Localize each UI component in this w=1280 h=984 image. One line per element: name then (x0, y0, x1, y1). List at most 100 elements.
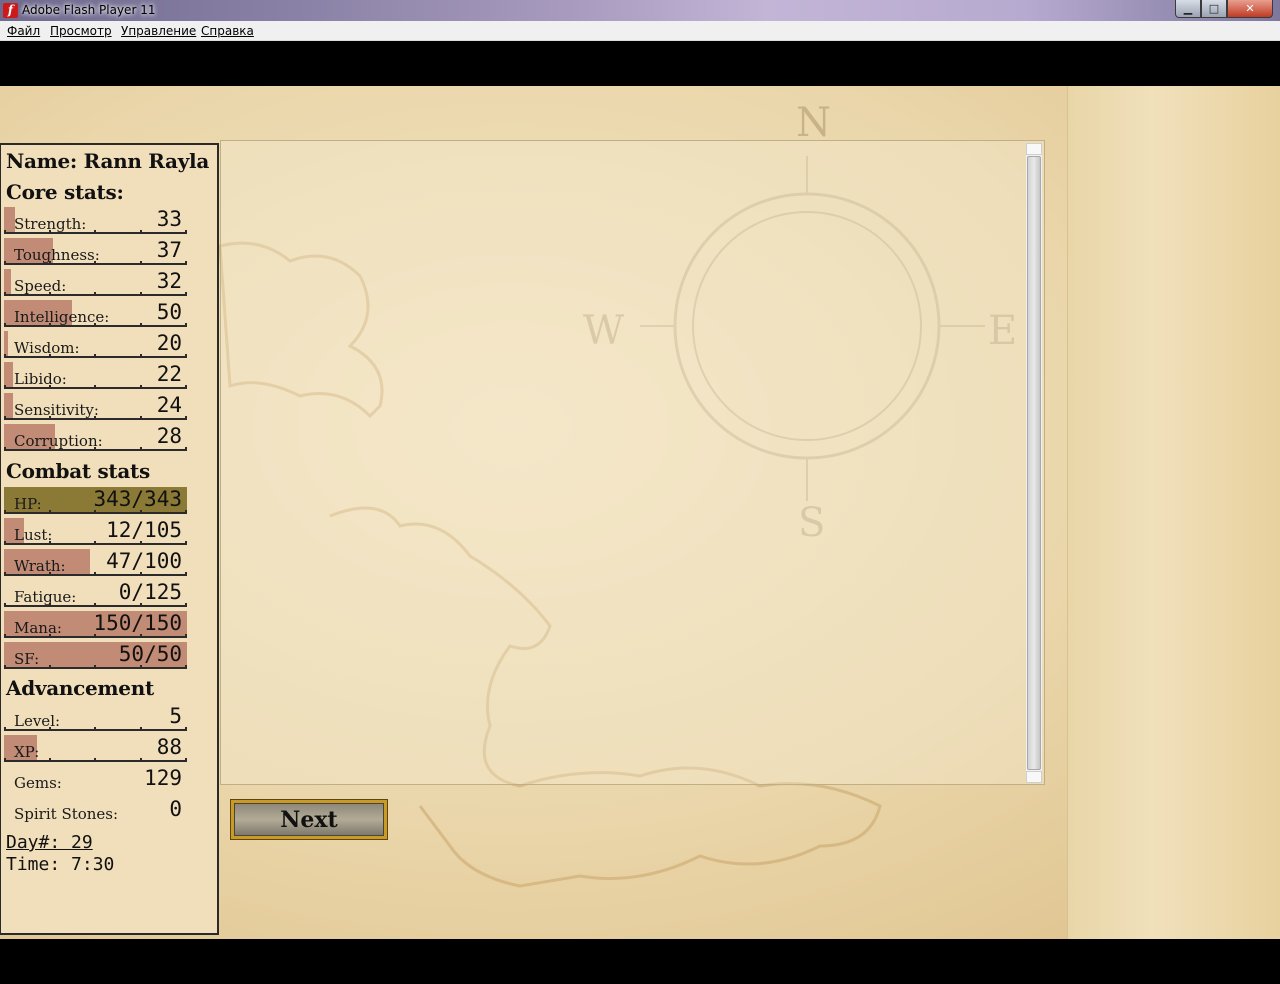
stat-bar-tick (140, 292, 142, 296)
stat-value: 32 (156, 269, 182, 293)
stat-value: 12/105 (106, 518, 182, 542)
stat-bar-tick (185, 323, 187, 327)
stat-bar-tick (4, 354, 6, 358)
stat-label: SF: (14, 650, 40, 668)
stat-bar-tick (185, 541, 187, 545)
stat-label: Sensitivity: (14, 401, 99, 419)
stat-bar-tick (185, 634, 187, 638)
main-text-panel (220, 140, 1045, 785)
stat-bar-tick (4, 510, 6, 514)
stat-bar-tick (4, 230, 6, 234)
stat-bar-tick (185, 416, 187, 420)
minimize-button[interactable]: ▁ (1175, 0, 1201, 18)
stats-panel: Name: Rann Rayla Core stats: Strength: 33… (0, 143, 219, 935)
stat-row-libido: Libido: 22 (4, 359, 187, 389)
stat-bar-tick (140, 261, 142, 265)
stat-bar-tick (185, 510, 187, 514)
text-scrollbar[interactable] (1026, 143, 1042, 783)
close-button[interactable]: ✕ (1227, 0, 1273, 18)
stat-bar-tick (94, 292, 96, 296)
stat-bar-tick (4, 416, 6, 420)
stat-label: Mana: (14, 619, 62, 637)
stat-bar-tick (94, 727, 96, 731)
stat-value: 22 (156, 362, 182, 386)
next-button[interactable]: Next (230, 799, 388, 840)
stat-row-toughness: Toughness: 37 (4, 235, 187, 265)
scroll-down-arrow[interactable] (1026, 771, 1042, 783)
stat-bar-tick (94, 354, 96, 358)
stat-row-intelligence: Intelligence: 50 (4, 297, 187, 327)
stat-label: Wisdom: (14, 339, 80, 357)
stat-label: Level: (14, 712, 61, 730)
combat-stats-heading: Combat stats (6, 459, 150, 483)
game-area: N S W E Name: Rann Rayla Core stats: Str… (0, 86, 1280, 939)
stat-bar-tick (94, 230, 96, 234)
menu-view[interactable]: Просмотр (50, 24, 112, 38)
stat-bar-tick (4, 541, 6, 545)
stat-row-wrath: Wrath: 47/100 (4, 546, 187, 576)
stat-bar-tick (4, 572, 6, 576)
flash-player-icon: f (3, 3, 18, 18)
stat-bar-tick (94, 603, 96, 607)
stat-row-sensitivity: Sensitivity: 24 (4, 390, 187, 420)
stat-label: Speed: (14, 277, 67, 295)
stat-value: 5 (169, 704, 182, 728)
stat-bar-tick (185, 261, 187, 265)
stat-row-strength: Strength: 33 (4, 204, 187, 234)
menu-help[interactable]: Справка (201, 24, 254, 38)
stat-bar-tick (4, 292, 6, 296)
stat-value: 20 (156, 331, 182, 355)
stat-value: 343/343 (93, 487, 182, 511)
stat-bar-tick (4, 447, 6, 451)
stat-bar-tick (4, 727, 6, 731)
stat-bar-tick (185, 230, 187, 234)
stat-row-mana: Mana: 150/150 (4, 608, 187, 638)
stat-bar-tick (4, 603, 6, 607)
side-parchment-panel (1067, 86, 1280, 939)
stat-row-gems: Gems: 129 (4, 763, 187, 793)
scroll-up-arrow[interactable] (1026, 143, 1042, 155)
stat-value: 50 (156, 300, 182, 324)
advancement-heading: Advancement (6, 676, 154, 700)
stat-bar-tick (185, 727, 187, 731)
stat-bar-tick (4, 634, 6, 638)
stat-value: 37 (156, 238, 182, 262)
scroll-thumb[interactable] (1027, 156, 1041, 770)
time-of-day: Time: 7:30 (6, 854, 115, 875)
stat-bar-tick (185, 572, 187, 576)
next-button-label: Next (234, 803, 384, 836)
stat-value: 33 (156, 207, 182, 231)
stat-label: Intelligence: (14, 308, 110, 326)
stat-label: Lust: (14, 526, 53, 544)
stat-row-corruption: Corruption: 28 (4, 421, 187, 451)
stat-value: 50/50 (118, 642, 182, 666)
day-counter[interactable]: Day#: 29 (6, 832, 93, 853)
stat-bar-tick (4, 261, 6, 265)
stat-label: Corruption: (14, 432, 103, 450)
stat-label: Wrath: (14, 557, 66, 575)
menu-control[interactable]: Управление (121, 24, 196, 38)
stat-value: 88 (156, 735, 182, 759)
stat-bar-tick (140, 758, 142, 762)
stat-label: Strength: (14, 215, 87, 233)
stat-bar-tick (4, 385, 6, 389)
stat-bar-tick (94, 385, 96, 389)
stat-bar-tick (94, 572, 96, 576)
stat-row-xp: XP: 88 (4, 732, 187, 762)
stat-bar-tick (94, 665, 96, 669)
stat-value: 47/100 (106, 549, 182, 573)
stat-row-sf: SF: 50/50 (4, 639, 187, 669)
stat-bar-tick (185, 292, 187, 296)
stat-bar-tick (94, 541, 96, 545)
stat-label: Toughness: (14, 246, 100, 264)
menu-file[interactable]: Файл (7, 24, 40, 38)
stat-row-lust: Lust: 12/105 (4, 515, 187, 545)
window-title: Adobe Flash Player 11 (22, 3, 156, 17)
stat-bar-tick (185, 447, 187, 451)
stat-value: 0/125 (118, 580, 182, 604)
letterbox-bottom (0, 939, 1280, 984)
stat-row-hp: HP: 343/343 (4, 484, 187, 514)
core-stats-heading: Core stats: (6, 180, 124, 204)
stat-bar-tick (140, 385, 142, 389)
maximize-button[interactable]: □ (1201, 0, 1227, 18)
